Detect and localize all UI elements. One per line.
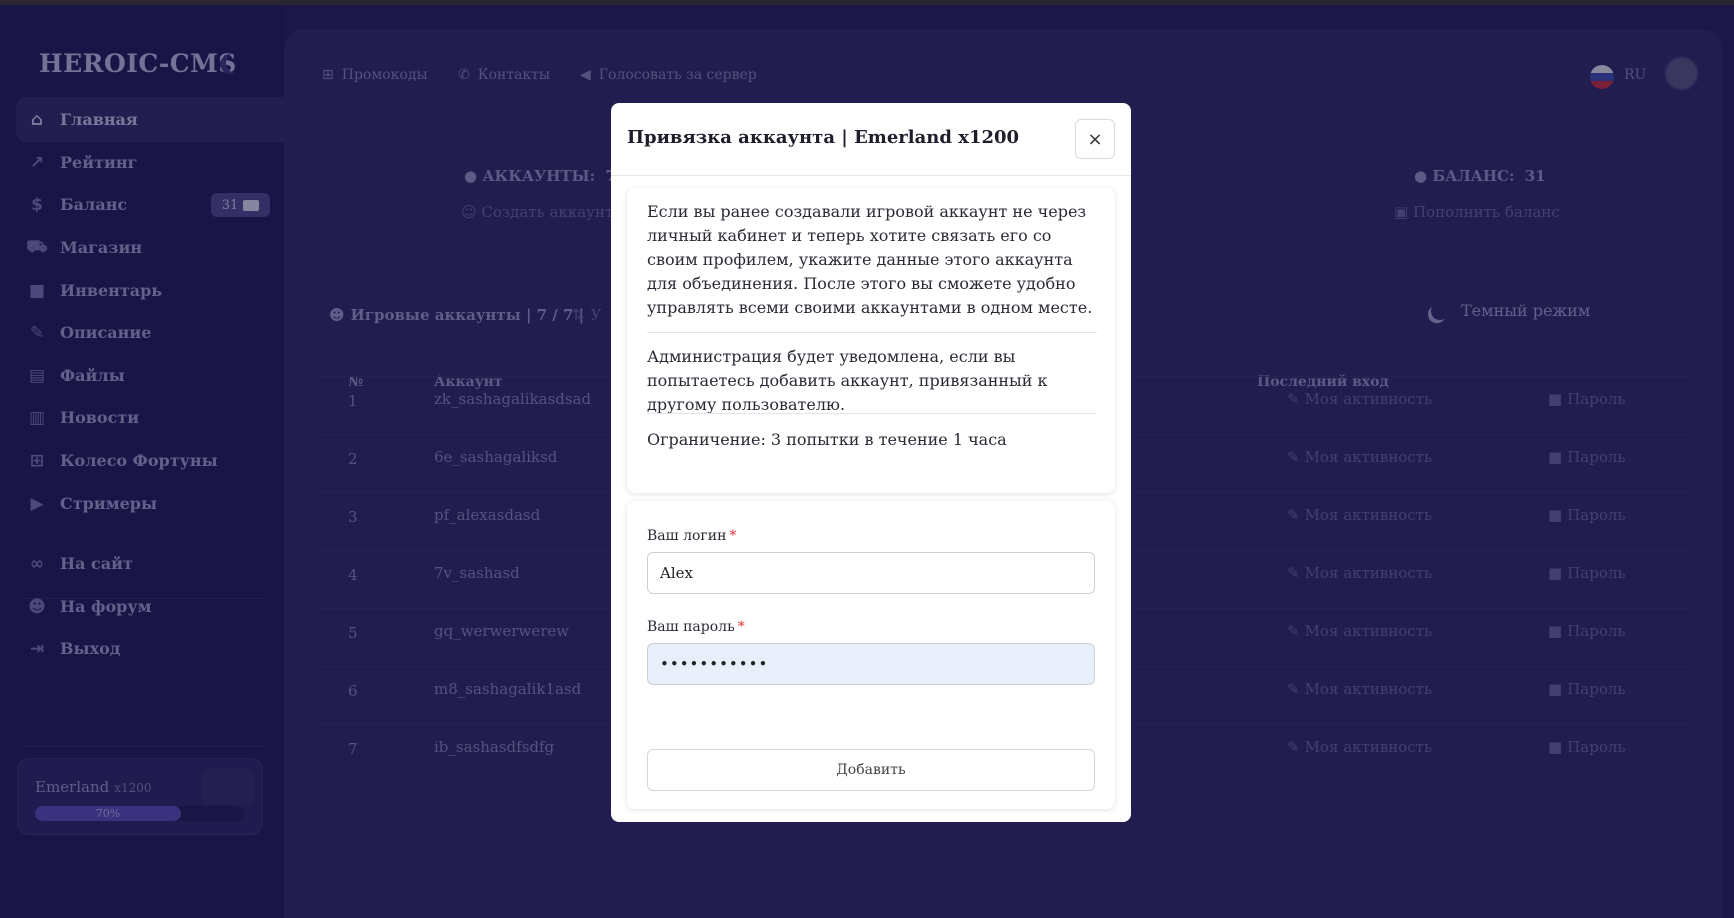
link-account-modal: Привязка аккаунта | Emerland x1200 × Есл…: [611, 103, 1131, 822]
info-paragraph-2: Администрация будет уведомлена, если вы …: [647, 347, 1048, 414]
login-label-text: Ваш логин: [647, 528, 727, 544]
info-divider: [647, 332, 1097, 333]
info-paragraph-3: Ограничение: 3 попытки в течение 1 часа: [647, 430, 1007, 449]
login-input[interactable]: [647, 552, 1095, 594]
modal-title: Привязка аккаунта | Emerland x1200: [627, 127, 1020, 148]
password-label-text: Ваш пароль: [647, 619, 735, 635]
close-button[interactable]: ×: [1075, 119, 1115, 159]
password-input[interactable]: [647, 643, 1095, 685]
modal-header-divider: [611, 175, 1131, 176]
info-divider: [647, 413, 1097, 414]
info-card: Если вы ранее создавали игровой аккаунт …: [627, 188, 1115, 493]
close-icon: ×: [1087, 128, 1103, 150]
password-label: Ваш пароль *: [647, 619, 745, 635]
add-button[interactable]: Добавить: [647, 749, 1095, 791]
account-form: Ваш логин* Ваш пароль* Добавить: [627, 501, 1115, 809]
required-mark: *: [737, 619, 745, 635]
login-label: Ваш логин *: [647, 528, 736, 544]
required-mark: *: [729, 528, 737, 544]
info-paragraph-1: Если вы ранее создавали игровой аккаунт …: [647, 202, 1093, 317]
